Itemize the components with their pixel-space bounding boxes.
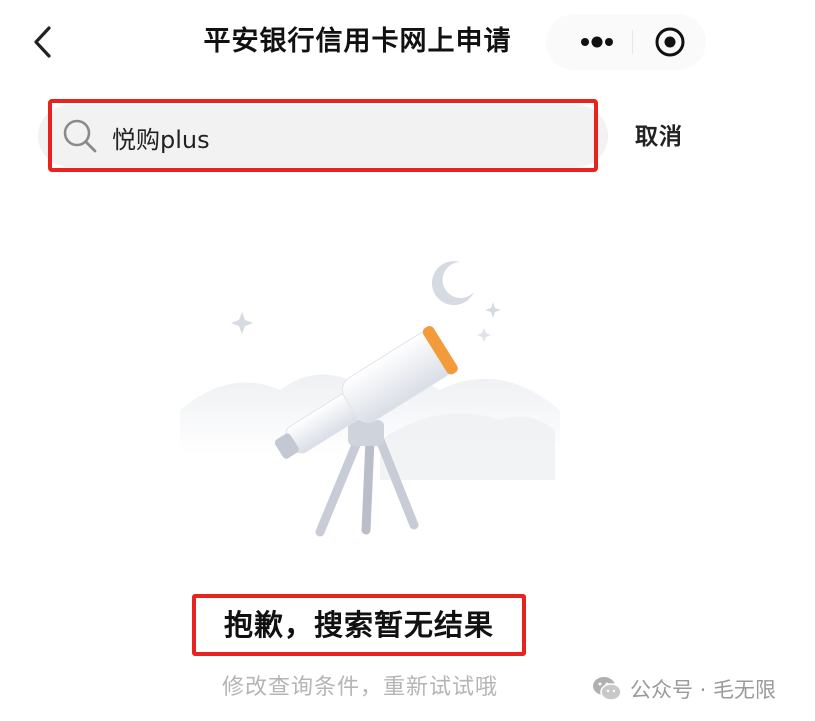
wechat-icon bbox=[593, 677, 622, 701]
nav-bar: 平安银行信用卡网上申请 bbox=[0, 0, 815, 84]
empty-state-subtitle: 修改查询条件，重新试试哦 bbox=[221, 675, 498, 700]
target-circle-icon bbox=[655, 27, 685, 57]
cancel-button[interactable]: 取消 bbox=[628, 116, 690, 158]
watermark: 公众号 · 毛无限 bbox=[592, 672, 776, 706]
capsule-divider bbox=[632, 30, 633, 54]
more-button[interactable] bbox=[572, 22, 622, 62]
search-icon bbox=[63, 119, 97, 153]
telescope-night-sky-illustration bbox=[180, 261, 560, 537]
chevron-left-icon bbox=[34, 26, 51, 58]
search-input[interactable] bbox=[112, 118, 572, 156]
close-mini-program-button[interactable] bbox=[650, 22, 690, 62]
more-dots-icon bbox=[581, 36, 613, 48]
watermark-text: 公众号 · 毛无限 bbox=[630, 678, 777, 702]
search-page: 平安银行信用卡网上申请 取消 bbox=[0, 0, 815, 721]
empty-state-title: 抱歉，搜索暂无结果 bbox=[223, 608, 494, 642]
back-button[interactable] bbox=[22, 22, 62, 62]
page-title: 平安银行信用卡网上申请 bbox=[203, 26, 512, 57]
